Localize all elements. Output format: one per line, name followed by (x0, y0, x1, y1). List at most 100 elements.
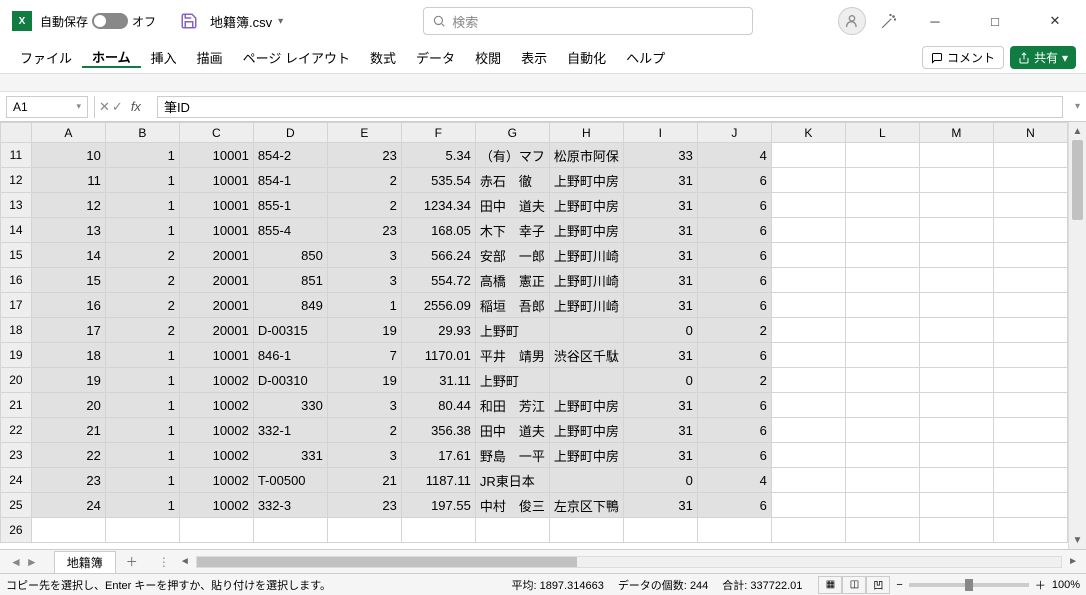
table-row[interactable]: 171622000184912556.09稲垣 吾郎上野町川崎316 (1, 293, 1068, 318)
col-header[interactable]: N (993, 123, 1067, 143)
col-header[interactable]: C (179, 123, 253, 143)
cell[interactable] (771, 193, 845, 218)
chevron-down-icon[interactable]: ▾ (76, 101, 81, 112)
cell[interactable] (993, 343, 1067, 368)
wand-icon[interactable] (880, 12, 898, 30)
cancel-formula-icon[interactable]: ✕ (99, 99, 110, 115)
cell[interactable]: 渋谷区千駄 (549, 343, 623, 368)
cell[interactable]: 10002 (179, 393, 253, 418)
cell[interactable] (845, 218, 919, 243)
row-header[interactable]: 14 (1, 218, 32, 243)
cell[interactable]: 上野町川崎 (549, 293, 623, 318)
cell[interactable] (845, 493, 919, 518)
cell[interactable]: 12 (31, 193, 105, 218)
cell[interactable]: 11 (31, 168, 105, 193)
cell[interactable]: 2 (327, 418, 401, 443)
cell[interactable]: 6 (697, 293, 771, 318)
cell[interactable]: 17 (31, 318, 105, 343)
cell[interactable]: 3 (327, 443, 401, 468)
minimize-button[interactable]: ─ (912, 5, 958, 37)
cell[interactable]: 1 (105, 443, 179, 468)
filename-label[interactable]: 地籍簿.csv (210, 12, 272, 31)
cell[interactable] (993, 143, 1067, 168)
cell[interactable] (179, 518, 253, 543)
cell[interactable]: 23 (327, 493, 401, 518)
cell[interactable] (919, 168, 993, 193)
col-header[interactable]: K (771, 123, 845, 143)
cell[interactable]: 田中 道夫 (475, 418, 549, 443)
row-header[interactable]: 18 (1, 318, 32, 343)
cell[interactable] (771, 518, 845, 543)
formula-input[interactable]: 筆ID (157, 96, 1063, 118)
cell[interactable]: 855-4 (253, 218, 327, 243)
cell[interactable]: 上野町 (475, 318, 549, 343)
add-sheet-button[interactable]: ＋ (116, 553, 148, 570)
cell[interactable]: 33 (623, 143, 697, 168)
maximize-button[interactable]: □ (972, 5, 1018, 37)
cell[interactable]: 23 (31, 468, 105, 493)
cell[interactable] (919, 243, 993, 268)
cell[interactable] (697, 518, 771, 543)
cell[interactable]: 31 (623, 393, 697, 418)
cell[interactable] (771, 243, 845, 268)
cell[interactable]: 31 (623, 293, 697, 318)
cell[interactable]: 1170.01 (401, 343, 475, 368)
row-header[interactable]: 21 (1, 393, 32, 418)
cell[interactable]: 1 (105, 143, 179, 168)
cell[interactable]: 20001 (179, 318, 253, 343)
sheet-menu-icon[interactable]: ⋮ (154, 555, 174, 569)
cell[interactable]: 31 (623, 243, 697, 268)
cell[interactable]: 855-1 (253, 193, 327, 218)
cell[interactable] (993, 443, 1067, 468)
cell[interactable]: 上野町 (475, 368, 549, 393)
cell[interactable]: 3 (327, 268, 401, 293)
table-row[interactable]: 1817220001D-003151929.93上野町02 (1, 318, 1068, 343)
cell[interactable]: 24 (31, 493, 105, 518)
cell[interactable]: 1 (105, 468, 179, 493)
scroll-down-icon[interactable]: ▼ (1069, 531, 1086, 549)
tab-file[interactable]: ファイル (10, 48, 82, 67)
cell[interactable] (845, 168, 919, 193)
cell[interactable]: 2 (697, 318, 771, 343)
table-row[interactable]: 2120110002330380.44和田 芳江上野町中房316 (1, 393, 1068, 418)
cell[interactable] (919, 393, 993, 418)
cell[interactable]: 15 (31, 268, 105, 293)
cell[interactable]: JR東日本 (475, 468, 549, 493)
cell[interactable] (993, 493, 1067, 518)
row-header[interactable]: 17 (1, 293, 32, 318)
cell[interactable]: 6 (697, 443, 771, 468)
cell[interactable]: 中村 俊三 (475, 493, 549, 518)
cell[interactable]: 上野町中房 (549, 218, 623, 243)
cell[interactable]: 6 (697, 243, 771, 268)
cell[interactable] (919, 218, 993, 243)
row-header[interactable]: 12 (1, 168, 32, 193)
cell[interactable] (919, 143, 993, 168)
table-row[interactable]: 16152200018513554.72高橋 憲正上野町川崎316 (1, 268, 1068, 293)
cell[interactable] (549, 518, 623, 543)
cell[interactable]: 10002 (179, 493, 253, 518)
table-row[interactable]: 1211110001854-12535.54赤石 徹上野町中房316 (1, 168, 1068, 193)
name-box[interactable]: A1 ▾ (6, 96, 88, 118)
cell[interactable]: 31 (623, 343, 697, 368)
column-headers[interactable]: A B C D E F G H I J K L M N (1, 123, 1068, 143)
zoom-in-button[interactable]: ＋ (1035, 577, 1046, 593)
vertical-scrollbar[interactable]: ▲ ▼ (1068, 122, 1086, 549)
cell[interactable] (845, 243, 919, 268)
cell[interactable]: 6 (697, 418, 771, 443)
cell[interactable]: 31 (623, 193, 697, 218)
cell[interactable]: 10001 (179, 168, 253, 193)
row-header[interactable]: 24 (1, 468, 32, 493)
row-header[interactable]: 11 (1, 143, 32, 168)
col-header[interactable]: G (475, 123, 549, 143)
cell[interactable] (919, 443, 993, 468)
row-header[interactable]: 25 (1, 493, 32, 518)
scroll-left-icon[interactable]: ◄ (178, 556, 192, 567)
cell[interactable] (845, 143, 919, 168)
accept-formula-icon[interactable]: ✓ (112, 99, 123, 115)
cell[interactable]: 854-2 (253, 143, 327, 168)
cell[interactable]: 197.55 (401, 493, 475, 518)
cell[interactable]: 1 (105, 493, 179, 518)
cell[interactable]: 566.24 (401, 243, 475, 268)
cell[interactable]: 23 (327, 218, 401, 243)
cell[interactable] (771, 293, 845, 318)
